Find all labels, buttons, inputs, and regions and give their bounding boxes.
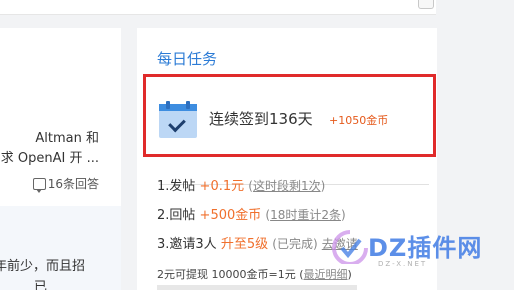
calendar-check-icon <box>159 101 197 138</box>
watermark-url: DZ-X.NET <box>378 260 428 268</box>
watermark-logo-icon <box>332 230 368 264</box>
task-label: 1.发帖 <box>157 179 196 194</box>
signin-reward: +1050金币 <box>329 114 389 127</box>
task-hint[interactable]: (这时段剩1次) <box>248 179 325 193</box>
task-hint[interactable]: (18时重计2条) <box>265 208 345 222</box>
task-label: 2.回帖 <box>157 208 196 223</box>
signin-highlight[interactable]: 连续签到136天 +1050金币 <box>143 74 436 157</box>
task-reward: +500金币 <box>199 208 262 223</box>
withdraw-note: 2元可提现 10000金币=1元 (最近明细) <box>157 268 352 281</box>
signin-streak: 连续签到136天 <box>209 110 313 128</box>
task-reward: +0.1元 <box>199 179 245 194</box>
reply-count[interactable]: 16条回答 <box>32 175 99 193</box>
feed-line: 年前少，而且招 <box>0 259 85 274</box>
reply-count-text: 16条回答 <box>47 177 99 191</box>
comment-icon <box>32 177 46 193</box>
task-label: 3.邀请3人 <box>157 237 217 252</box>
task-hint: (已完成) <box>272 237 318 251</box>
cut-off-line <box>157 285 357 290</box>
watermark: DZ插件网 DZ-X.NET <box>330 226 514 272</box>
task-invite: 3.邀请3人 升至5级 (已完成) 去邀请 <box>157 233 358 252</box>
feed-line: Altman 和 <box>35 131 99 146</box>
feed-card: Altman 和 求 OpenAI 开 ... 16条回答 年前少，而且招 已 <box>0 28 121 290</box>
panel-title: 每日任务 <box>157 50 218 68</box>
feed-line: 已 <box>33 280 47 290</box>
feed-item[interactable]: 年前少，而且招 已 <box>0 206 121 290</box>
watermark-text: DZ插件网 <box>368 234 483 262</box>
scroll-top-icon[interactable] <box>418 0 434 9</box>
task-post: 1.发帖 +0.1元 (这时段剩1次) <box>157 175 325 194</box>
feed-line[interactable]: 求 OpenAI 开 ... <box>1 147 99 166</box>
task-reward: 升至5级 <box>220 237 269 252</box>
top-bar-fragment <box>0 0 436 15</box>
task-reply: 2.回帖 +500金币 (18时重计2条) <box>157 204 346 223</box>
